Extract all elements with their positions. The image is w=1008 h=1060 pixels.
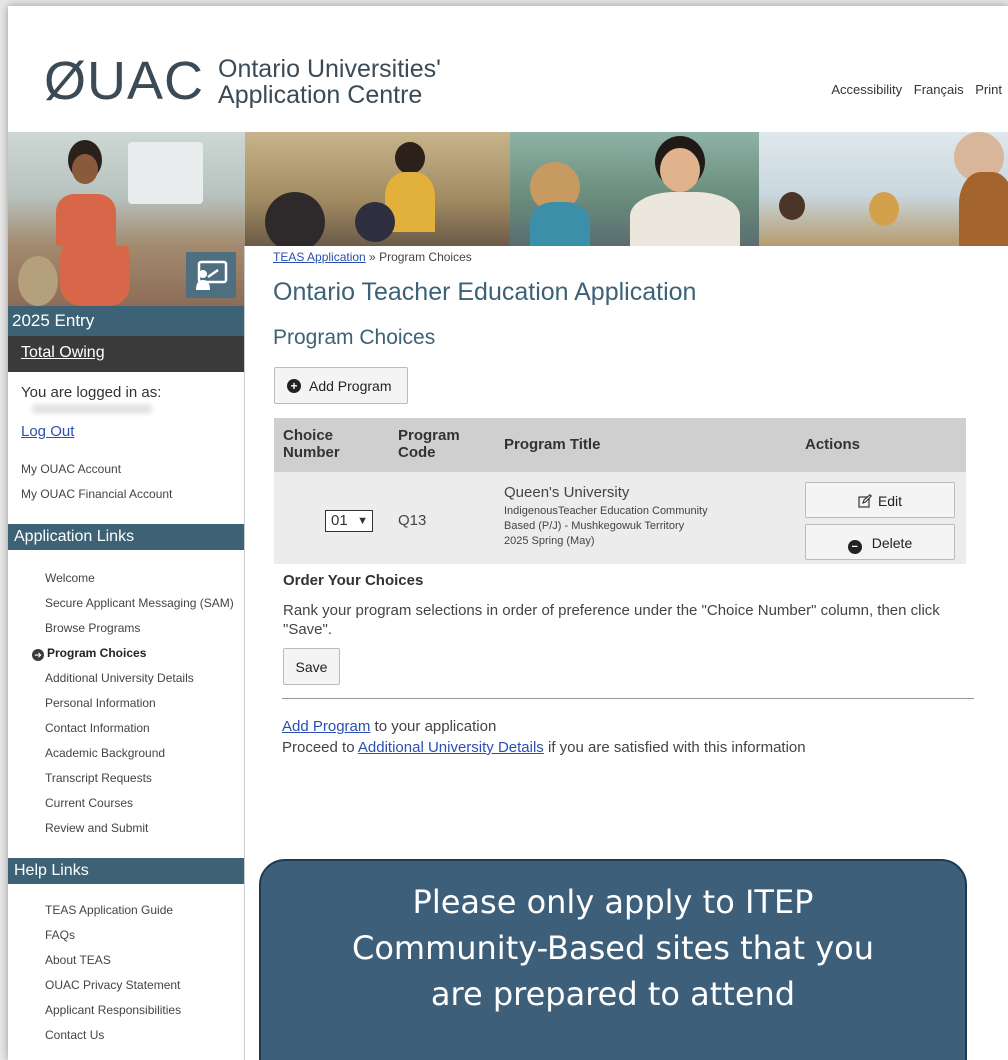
minus-circle-icon: − [847,540,862,554]
choice-number-select[interactable]: 01 ▼ [325,510,373,532]
banner-photo-students [510,132,759,246]
sidebar-item-additional-university-details[interactable]: Additional University Details [8,666,244,691]
sidebar-item-program-choices[interactable]: ➔ Program Choices [8,641,244,666]
banner-photo-raised-hands [759,132,1008,246]
edit-icon [858,494,872,508]
logo-line-1: Ontario Universities' [218,55,441,83]
add-program-button[interactable]: + Add Program [274,367,408,404]
callout-line: Community-Based sites that you [351,929,875,967]
help-item-faqs[interactable]: FAQs [8,923,244,948]
ouac-logo[interactable]: ØUAC Ontario Universities' Application C… [44,54,441,108]
sidebar-item-welcome[interactable]: Welcome [8,566,244,591]
program-detail-line: 2025 Spring (May) [504,535,595,547]
program-code: Q13 [398,512,427,529]
itep-notice-callout: Please only apply to ITEP Community-Base… [259,859,967,1060]
order-heading: Order Your Choices [283,572,424,589]
col-actions: Actions [805,436,861,453]
sidebar-item-academic-background[interactable]: Academic Background [8,741,244,766]
application-links-heading: Application Links [8,524,244,550]
add-program-label: Add Program [309,378,392,394]
delete-label: Delete [871,535,913,551]
logged-in-label: You are logged in as: [21,384,162,401]
footer-add-program-link[interactable]: Add Program [282,718,370,735]
table-header: Choice Number Program Code Program Title… [274,418,966,472]
footer-additional-details-link[interactable]: Additional University Details [358,739,544,756]
footer-add-program-line: Add Program to your application [282,718,497,735]
page: ØUAC Ontario Universities' Application C… [8,6,1008,1060]
sidebar-item-label: Program Choices [47,646,147,660]
help-links-list: TEAS Application Guide FAQs About TEAS O… [8,898,244,1048]
plus-circle-icon: + [287,379,301,393]
order-instructions: Rank your program selections in order of… [283,602,940,638]
sidebar-item-personal-information[interactable]: Personal Information [8,691,244,716]
breadcrumb: TEAS Application » Program Choices [273,250,472,264]
edit-label: Edit [877,493,903,509]
help-item-applicant-responsibilities[interactable]: Applicant Responsibilities [8,998,244,1023]
sidebar-item-contact-information[interactable]: Contact Information [8,716,244,741]
breadcrumb-current: Program Choices [379,250,472,264]
breadcrumb-separator: » [365,250,380,264]
sidebar-photo [8,246,244,306]
page-title: Ontario Teacher Education Application [273,278,697,306]
presentation-icon [186,252,236,298]
program-choices-table: Choice Number Program Code Program Title… [274,418,966,564]
delete-button[interactable]: − Delete [805,524,955,560]
print-link[interactable]: Print [975,82,1002,97]
university-name: Queen's University [504,484,630,501]
sidebar-item-review-and-submit[interactable]: Review and Submit [8,816,244,841]
breadcrumb-teas-application-link[interactable]: TEAS Application [273,250,366,264]
logo-text: Ontario Universities' Application Centre [218,56,441,108]
sidebar: 2025 Entry Total Owing You are logged in… [8,246,245,1060]
col-choice-number: Choice Number [283,427,340,461]
col-program-title: Program Title [504,436,601,453]
header-banner [8,132,1008,246]
application-links-list: Welcome Secure Applicant Messaging (SAM)… [8,566,244,841]
site-header: ØUAC Ontario Universities' Application C… [8,6,1008,132]
top-links: Accessibility Français Print [823,82,1002,97]
save-button[interactable]: Save [283,648,340,685]
help-item-contact-us[interactable]: Contact Us [8,1023,244,1048]
divider [282,698,974,699]
banner-photo-classroom [245,132,510,246]
help-item-privacy-statement[interactable]: OUAC Privacy Statement [8,973,244,998]
col-program-code: Program Code [398,427,460,461]
callout-line: are prepared to attend [430,975,796,1013]
active-arrow-icon: ➔ [32,649,44,661]
sidebar-item-transcript-requests[interactable]: Transcript Requests [8,766,244,791]
my-ouac-financial-account-link[interactable]: My OUAC Financial Account [21,487,172,501]
redacted-username [32,404,152,414]
choice-number-value: 01 [331,512,348,529]
program-details: IndigenousTeacher Education Community Ba… [504,504,774,549]
chevron-down-icon: ▼ [357,515,368,527]
program-detail-line: Based (P/J) - Mushkegowuk Territory [504,520,685,532]
total-owing-link[interactable]: Total Owing [21,344,105,362]
help-links-heading: Help Links [8,858,244,884]
sidebar-item-browse-programs[interactable]: Browse Programs [8,616,244,641]
table-row: 01 ▼ Q13 Queen's University IndigenousTe… [274,472,966,564]
entry-year-label: 2025 Entry [8,306,244,336]
program-detail-line: IndigenousTeacher Education Community [504,505,708,517]
total-owing-bar: Total Owing [8,336,244,372]
francais-link[interactable]: Français [914,82,964,97]
callout-line: Please only apply to ITEP [412,883,814,921]
help-item-about-teas[interactable]: About TEAS [8,948,244,973]
footer-proceed-line: Proceed to Additional University Details… [282,739,806,756]
logo-mark: ØUAC [44,51,205,111]
sidebar-item-secure-messaging[interactable]: Secure Applicant Messaging (SAM) [8,591,244,616]
sidebar-item-current-courses[interactable]: Current Courses [8,791,244,816]
help-item-teas-guide[interactable]: TEAS Application Guide [8,898,244,923]
logout-link[interactable]: Log Out [21,423,74,440]
my-ouac-account-link[interactable]: My OUAC Account [21,462,121,476]
logo-line-2: Application Centre [218,81,423,109]
edit-button[interactable]: Edit [805,482,955,518]
section-title: Program Choices [273,326,436,349]
accessibility-link[interactable]: Accessibility [831,82,902,97]
banner-photo-teacher [8,132,245,246]
